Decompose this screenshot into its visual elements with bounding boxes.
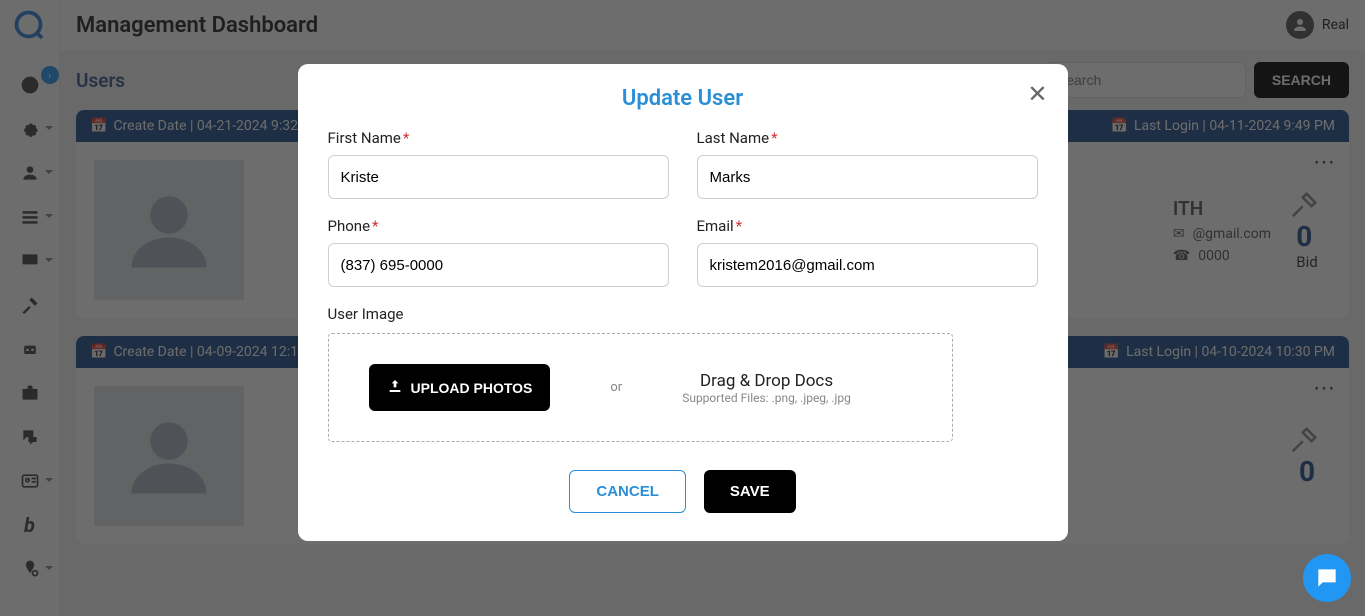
- upload-icon: [387, 378, 403, 397]
- email-input[interactable]: [697, 243, 1038, 287]
- first-name-label: First Name*: [328, 129, 669, 147]
- phone-input[interactable]: [328, 243, 669, 287]
- modal-title: Update User: [328, 86, 1038, 111]
- modal-overlay: ✕ Update User First Name* Last Name* Pho…: [0, 0, 1365, 616]
- upload-photos-button[interactable]: UPLOAD PHOTOS: [369, 364, 551, 411]
- update-user-modal: ✕ Update User First Name* Last Name* Pho…: [298, 64, 1068, 541]
- chat-widget-icon[interactable]: [1303, 554, 1351, 602]
- close-icon[interactable]: ✕: [1027, 82, 1047, 106]
- user-image-label: User Image: [328, 305, 1038, 323]
- email-label: Email*: [697, 217, 1038, 235]
- phone-label: Phone*: [328, 217, 669, 235]
- save-button[interactable]: SAVE: [704, 470, 796, 513]
- drop-main-text: Drag & Drop Docs: [682, 371, 851, 391]
- drop-sub-text: Supported Files: .png, .jpeg, .jpg: [682, 391, 851, 405]
- upload-dropzone[interactable]: UPLOAD PHOTOS or Drag & Drop Docs Suppor…: [328, 333, 953, 442]
- last-name-input[interactable]: [697, 155, 1038, 199]
- first-name-input[interactable]: [328, 155, 669, 199]
- cancel-button[interactable]: CANCEL: [569, 470, 686, 513]
- last-name-label: Last Name*: [697, 129, 1038, 147]
- or-text: or: [610, 380, 622, 395]
